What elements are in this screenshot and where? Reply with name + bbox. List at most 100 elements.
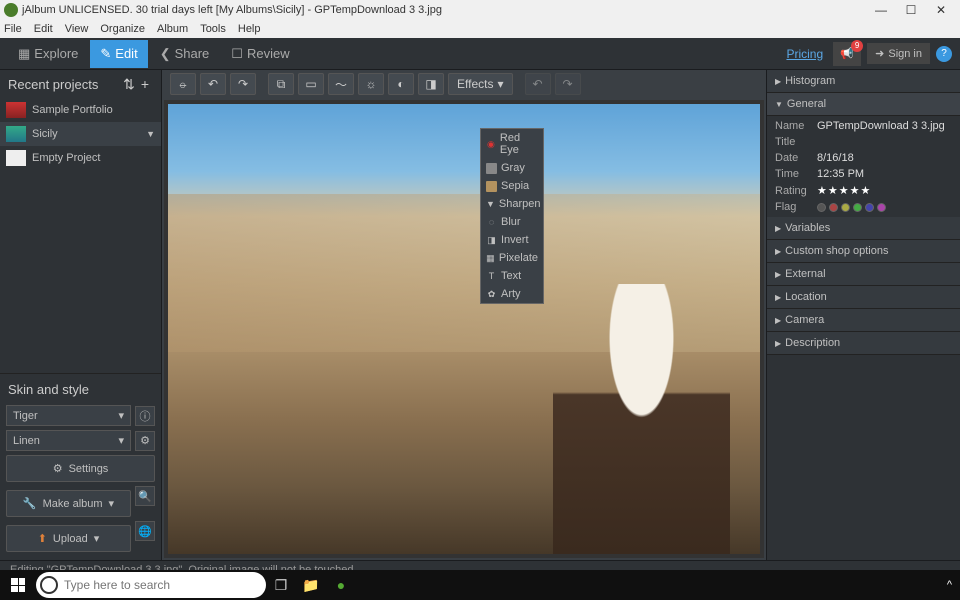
- expand-icon: ▼: [775, 100, 783, 109]
- search-input[interactable]: [64, 578, 262, 592]
- help-button[interactable]: ?: [936, 46, 952, 62]
- effect-sepia[interactable]: Sepia: [481, 177, 543, 195]
- tool-redo[interactable]: ↷: [555, 73, 581, 95]
- window-title: jAlbum UNLICENSED. 30 trial days left [M…: [22, 4, 442, 16]
- make-album-button[interactable]: 🔧 Make album ▾: [6, 490, 131, 517]
- effect-pixelate[interactable]: ▦Pixelate: [481, 249, 543, 267]
- menu-tools[interactable]: Tools: [200, 23, 226, 35]
- project-sample-portfolio[interactable]: Sample Portfolio: [0, 98, 161, 122]
- rating-stars[interactable]: ★★★★★: [817, 184, 871, 197]
- skin-theme-dropdown[interactable]: Tiger▾: [6, 405, 131, 426]
- chevron-down-icon: ▾: [118, 409, 124, 422]
- tool-brightness[interactable]: ☼: [358, 73, 384, 95]
- maximize-button[interactable]: ☐: [896, 1, 926, 19]
- value-date[interactable]: 8/16/18: [817, 152, 854, 164]
- editor-center: ⦵ ↶ ↷ ⧉ ▭ 〜 ☼ ◐ ◨ Effects ▾ ↶ ↷ ◉Red Eye…: [162, 70, 766, 560]
- blur-icon: ◌: [486, 217, 497, 228]
- start-button[interactable]: [0, 570, 36, 600]
- tab-share[interactable]: ❮ Share: [150, 40, 220, 68]
- image-canvas[interactable]: ◉Red Eye Gray Sepia ▼Sharpen ◌Blur ◨Inve…: [164, 100, 764, 558]
- preview-button[interactable]: 🔍: [135, 486, 155, 506]
- tool-rotate-right[interactable]: ↷: [230, 73, 256, 95]
- project-thumb: [6, 102, 26, 118]
- effect-text[interactable]: TText: [481, 267, 543, 285]
- chevron-down-icon[interactable]: ▼: [146, 129, 155, 139]
- taskbar-search[interactable]: [36, 572, 266, 598]
- menu-file[interactable]: File: [4, 23, 22, 35]
- menu-help[interactable]: Help: [238, 23, 261, 35]
- panel-location[interactable]: ▶Location: [767, 286, 960, 309]
- panel-description[interactable]: ▶Description: [767, 332, 960, 355]
- upload-button[interactable]: ⬆ Upload ▾: [6, 525, 131, 552]
- task-view-button[interactable]: ❐: [266, 570, 296, 600]
- effect-invert[interactable]: ◨Invert: [481, 231, 543, 249]
- tab-review[interactable]: ☐ Review: [221, 40, 299, 68]
- panel-general[interactable]: ▼General: [767, 93, 960, 116]
- tool-rotate-left[interactable]: ↶: [200, 73, 226, 95]
- collapse-icon: ▶: [775, 270, 781, 279]
- left-sidebar: Recent projects ⇅ + Sample Portfolio Sic…: [0, 70, 162, 560]
- tab-edit[interactable]: ✎ Edit: [90, 40, 147, 68]
- flag-selector[interactable]: [817, 203, 886, 212]
- tool-levels[interactable]: 〜: [328, 73, 354, 95]
- chevron-down-icon: ▾: [497, 77, 503, 91]
- web-preview-button[interactable]: 🌐: [135, 521, 155, 541]
- top-toolbar: ▦ Explore ✎ Edit ❮ Share ☐ Review Pricin…: [0, 38, 960, 70]
- collapse-icon: ▶: [775, 339, 781, 348]
- close-button[interactable]: ✕: [926, 1, 956, 19]
- gear-icon: ⚙: [53, 462, 63, 475]
- menu-edit[interactable]: Edit: [34, 23, 53, 35]
- taskbar-file-explorer[interactable]: 📁: [296, 570, 326, 600]
- wrench-icon: 🔧: [23, 497, 37, 510]
- panel-histogram[interactable]: ▶Histogram: [767, 70, 960, 93]
- effect-arty[interactable]: ✿Arty: [481, 285, 543, 303]
- pricing-link[interactable]: Pricing: [786, 47, 823, 61]
- minimize-button[interactable]: —: [866, 1, 896, 19]
- project-empty[interactable]: Empty Project: [0, 146, 161, 170]
- tab-explore[interactable]: ▦ Explore: [8, 40, 88, 68]
- value-name[interactable]: GPTempDownload 3 3.jpg: [817, 120, 945, 132]
- skin-style-section: Skin and style Tiger▾ ⓘ Linen▾ ⚙ ⚙ Setti…: [0, 373, 161, 560]
- style-settings-button[interactable]: ⚙: [135, 431, 155, 451]
- add-project-button[interactable]: +: [137, 76, 153, 92]
- tool-straighten[interactable]: ▭: [298, 73, 324, 95]
- panel-camera[interactable]: ▶Camera: [767, 309, 960, 332]
- announcements-button[interactable]: 📢 9: [833, 42, 861, 66]
- skin-style-dropdown[interactable]: Linen▾: [6, 430, 131, 451]
- system-tray[interactable]: ^: [947, 579, 960, 591]
- effect-sharpen[interactable]: ▼Sharpen: [481, 195, 543, 213]
- tool-undo[interactable]: ↶: [525, 73, 551, 95]
- project-sicily[interactable]: Sicily ▼: [0, 122, 161, 146]
- tool-gamma[interactable]: ◨: [418, 73, 444, 95]
- panel-variables[interactable]: ▶Variables: [767, 217, 960, 240]
- effect-blur[interactable]: ◌Blur: [481, 213, 543, 231]
- redeye-icon: ◉: [486, 139, 496, 150]
- menu-album[interactable]: Album: [157, 23, 188, 35]
- arty-icon: ✿: [486, 289, 497, 300]
- chevron-down-icon: ▾: [109, 497, 115, 510]
- effects-dropdown-button[interactable]: Effects ▾: [448, 73, 513, 95]
- collapse-icon: ▶: [775, 77, 781, 86]
- collapse-icon: ▶: [775, 316, 781, 325]
- sort-button[interactable]: ⇅: [121, 76, 137, 92]
- tool-contrast[interactable]: ◐: [388, 73, 414, 95]
- effect-gray[interactable]: Gray: [481, 159, 543, 177]
- invert-icon: ◨: [486, 235, 497, 246]
- tool-crop[interactable]: ⧉: [268, 73, 294, 95]
- taskbar-jalbum[interactable]: ●: [326, 570, 356, 600]
- panel-external[interactable]: ▶External: [767, 263, 960, 286]
- effect-redeye[interactable]: ◉Red Eye: [481, 129, 543, 159]
- value-time[interactable]: 12:35 PM: [817, 168, 864, 180]
- menu-view[interactable]: View: [65, 23, 89, 35]
- sign-in-button[interactable]: ➜ Sign in: [867, 43, 930, 64]
- upload-icon: ⬆: [38, 532, 47, 545]
- tray-chevron-icon[interactable]: ^: [947, 579, 952, 591]
- settings-button[interactable]: ⚙ Settings: [6, 455, 155, 482]
- skin-style-header: Skin and style: [6, 378, 155, 401]
- skin-info-button[interactable]: ⓘ: [135, 406, 155, 426]
- panel-custom-shop[interactable]: ▶Custom shop options: [767, 240, 960, 263]
- menu-organize[interactable]: Organize: [100, 23, 145, 35]
- label-name: Name: [775, 120, 817, 132]
- tool-remove[interactable]: ⦵: [170, 73, 196, 95]
- effects-menu: ◉Red Eye Gray Sepia ▼Sharpen ◌Blur ◨Inve…: [480, 128, 544, 304]
